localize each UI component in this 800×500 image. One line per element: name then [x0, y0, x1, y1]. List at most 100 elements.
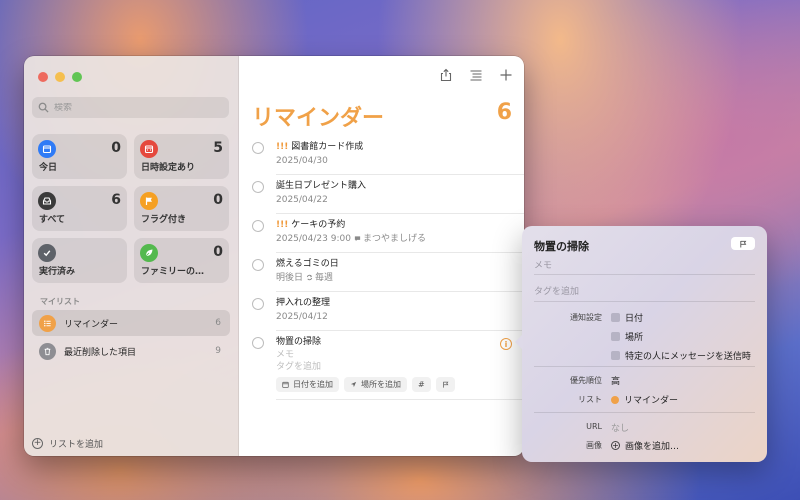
complete-checkbox[interactable] [252, 181, 264, 193]
calendar-grid-icon [140, 140, 158, 158]
reminder-item[interactable]: 燃えるゴミの日 明後日 毎週 [239, 253, 524, 292]
reminder-contact: まつやましげる [362, 234, 426, 244]
add-location-label: 場所を追加 [361, 380, 401, 389]
smart-list-label: すべて [39, 215, 66, 225]
popover-title[interactable]: 物置の掃除 [534, 238, 589, 254]
leaf-icon [140, 244, 158, 262]
share-button[interactable] [438, 66, 454, 84]
plus-circle-icon: + [611, 440, 620, 450]
calendar-icon [38, 140, 56, 158]
checkbox[interactable] [611, 332, 620, 341]
add-date-button[interactable]: 日付を追加 [276, 377, 339, 392]
reminder-title[interactable]: 燃えるゴミの日 [276, 259, 339, 269]
reminder-list: !!! 図書館カード作成 2025/04/30 誕生日プレゼント購入 2025/… [239, 136, 524, 400]
reminder-date: 2025/04/23 9:00 [276, 234, 351, 244]
reminder-item[interactable]: 誕生日プレゼント購入 2025/04/22 [239, 175, 524, 214]
smart-list-scheduled[interactable]: 5 日時設定あり [134, 134, 229, 179]
sidebar-item-recently-deleted[interactable]: 最近削除した項目 9 [32, 338, 230, 364]
priority-select[interactable]: 高 [611, 374, 620, 387]
smart-list-label: ファミリーの… [141, 267, 205, 277]
sidebar-item-label: 最近削除した項目 [64, 347, 137, 358]
tag-field[interactable]: タグを追加 [534, 284, 579, 297]
reminder-title[interactable]: 押入れの整理 [276, 298, 330, 308]
add-list-button[interactable]: + リストを追加 [32, 437, 103, 450]
checkbox[interactable] [611, 313, 620, 322]
complete-checkbox[interactable] [252, 220, 264, 232]
note-field[interactable]: メモ [276, 349, 524, 361]
sidebar: 0 今日 5 日時設定あり 6 すべて 0 [24, 56, 239, 456]
reminder-item[interactable]: !!! ケーキの予約 2025/04/23 9:00 まつやましげる [239, 214, 524, 253]
smart-list-count: 0 [111, 140, 121, 156]
view-options-button[interactable] [468, 66, 484, 84]
flag-icon [740, 240, 747, 247]
sidebar-item-label: リマインダー [64, 319, 119, 330]
sidebar-item-reminders[interactable]: リマインダー 6 [32, 310, 230, 336]
trash-icon [39, 342, 56, 360]
reminder-details-popover: 物置の掃除 メモ タグを追加 通知設定 日付 場所 特定の人にメッセージを送信時… [515, 226, 767, 462]
reminder-item[interactable]: !!! 図書館カード作成 2025/04/30 [239, 136, 524, 175]
reminder-date: 2025/04/30 [276, 156, 328, 166]
list-select[interactable]: リマインダー [611, 393, 678, 406]
share-icon [440, 68, 452, 82]
reminder-date: 明後日 [276, 273, 304, 283]
complete-checkbox[interactable] [252, 298, 264, 310]
checkbox[interactable] [611, 351, 620, 360]
option-label: 日付 [625, 314, 644, 324]
my-lists-heading: マイリスト [40, 297, 80, 306]
reminder-title[interactable]: 物置の掃除 [276, 337, 321, 347]
smart-list-label: 今日 [39, 163, 58, 173]
smart-list-family[interactable]: 0 ファミリーの… [134, 238, 229, 283]
notify-label: 通知設定 [570, 313, 602, 322]
complete-checkbox[interactable] [252, 142, 264, 154]
add-tag-button[interactable]: # [412, 377, 431, 392]
add-image-button[interactable]: + 画像を追加… [611, 439, 679, 452]
option-label: 場所 [625, 333, 644, 343]
smart-list-all[interactable]: 6 すべて [32, 186, 127, 231]
url-field[interactable]: なし [611, 421, 629, 434]
reminder-title[interactable]: 図書館カード作成 [291, 142, 363, 152]
option-label: 特定の人にメッセージを送信時 [625, 352, 751, 362]
divider [534, 301, 755, 302]
reminder-date: 2025/04/22 [276, 195, 328, 205]
list-count: 6 [496, 100, 512, 125]
smart-list-count: 5 [213, 140, 223, 156]
complete-checkbox[interactable] [252, 337, 264, 349]
add-list-label: リストを追加 [49, 440, 104, 450]
notify-message-option[interactable]: 特定の人にメッセージを送信時 [611, 349, 751, 362]
sidebar-item-count: 6 [215, 318, 221, 328]
minimize-window-button[interactable] [55, 72, 65, 82]
smart-list-label: フラグ付き [141, 215, 187, 225]
priority-marker: !!! [276, 142, 289, 152]
reminder-item[interactable]: 押入れの整理 2025/04/12 [239, 292, 524, 331]
notify-date-option[interactable]: 日付 [611, 311, 643, 324]
smart-list-count: 6 [111, 192, 121, 208]
reminder-title[interactable]: ケーキの予約 [291, 220, 345, 230]
reminder-title[interactable]: 誕生日プレゼント購入 [276, 181, 366, 191]
flag-button[interactable] [435, 377, 455, 392]
smart-list-completed[interactable]: 実行済み [32, 238, 127, 283]
smart-list-today[interactable]: 0 今日 [32, 134, 127, 179]
divider [534, 412, 755, 413]
add-reminder-button[interactable] [498, 66, 514, 84]
list-color-dot [611, 395, 619, 404]
close-window-button[interactable] [38, 72, 48, 82]
list-options-icon [470, 70, 482, 81]
zoom-window-button[interactable] [72, 72, 82, 82]
tag-field[interactable]: タグを追加 [276, 361, 524, 373]
smart-list-flagged[interactable]: 0 フラグ付き [134, 186, 229, 231]
search-input[interactable] [54, 102, 214, 113]
memo-field[interactable]: メモ [534, 258, 552, 271]
search-field[interactable] [32, 97, 229, 118]
reminder-item-editing[interactable]: i 物置の掃除 メモ タグを追加 日付を追加 場所を追加 # [239, 331, 524, 400]
complete-checkbox[interactable] [252, 259, 264, 271]
repeat-icon [306, 274, 313, 281]
priority-label: 優先順位 [570, 376, 602, 385]
list-value: リマインダー [624, 396, 679, 406]
add-location-button[interactable]: 場所を追加 [344, 377, 407, 392]
info-icon[interactable]: i [500, 338, 512, 350]
priority-value: 高 [611, 377, 621, 387]
flag-toggle[interactable] [731, 237, 755, 250]
notify-location-option[interactable]: 場所 [611, 330, 643, 343]
reminder-repeat: 毎週 [315, 273, 334, 283]
message-bubble-icon [354, 236, 361, 242]
